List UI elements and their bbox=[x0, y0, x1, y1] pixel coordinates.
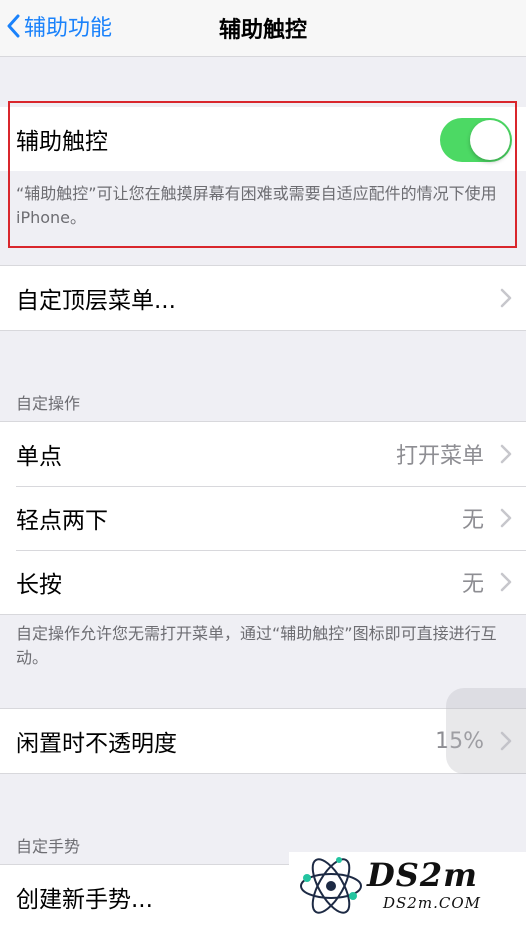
single-tap-row[interactable]: 单点 打开菜单 bbox=[0, 422, 526, 486]
double-tap-value: 无 bbox=[461, 508, 484, 533]
double-tap-label: 轻点两下 bbox=[16, 508, 108, 534]
watermark-url: DS2m.COM bbox=[383, 894, 481, 912]
single-tap-value: 打开菜单 bbox=[395, 444, 484, 469]
navigation-bar: 辅助功能 辅助触控 bbox=[0, 0, 526, 57]
custom-gestures-header: 自定手势 bbox=[16, 837, 81, 856]
assistive-touch-floating-button[interactable] bbox=[446, 688, 526, 774]
page-title: 辅助触控 bbox=[218, 18, 307, 43]
long-press-label: 长按 bbox=[16, 572, 62, 598]
custom-actions-group: 单点 打开菜单 轻点两下 无 长按 无 bbox=[0, 421, 526, 615]
long-press-row[interactable]: 长按 无 bbox=[0, 550, 526, 614]
atom-logo-icon bbox=[300, 857, 362, 914]
chevron-right-icon bbox=[500, 288, 512, 308]
create-gesture-label: 创建新手势... bbox=[16, 887, 153, 913]
highlight-box bbox=[8, 101, 517, 248]
customize-top-menu-row[interactable]: 自定顶层菜单... bbox=[0, 266, 526, 330]
chevron-right-icon bbox=[500, 508, 512, 528]
watermark-text: DS2m bbox=[367, 856, 478, 894]
top-menu-group: 自定顶层菜单... bbox=[0, 265, 526, 331]
chevron-right-icon bbox=[500, 572, 512, 592]
watermark-logo: DS2m DS2m.COM bbox=[289, 852, 526, 919]
chevron-right-icon bbox=[500, 444, 512, 464]
long-press-value: 无 bbox=[461, 572, 484, 597]
double-tap-row[interactable]: 轻点两下 无 bbox=[0, 486, 526, 550]
single-tap-label: 单点 bbox=[16, 444, 62, 470]
customize-top-menu-label: 自定顶层菜单... bbox=[16, 288, 176, 314]
idle-opacity-label: 闲置时不透明度 bbox=[16, 731, 177, 757]
custom-actions-footer: 自定操作允许您无需打开菜单，通过“辅助触控”图标即可直接进行互动。 bbox=[16, 624, 497, 667]
custom-actions-header: 自定操作 bbox=[16, 394, 81, 413]
